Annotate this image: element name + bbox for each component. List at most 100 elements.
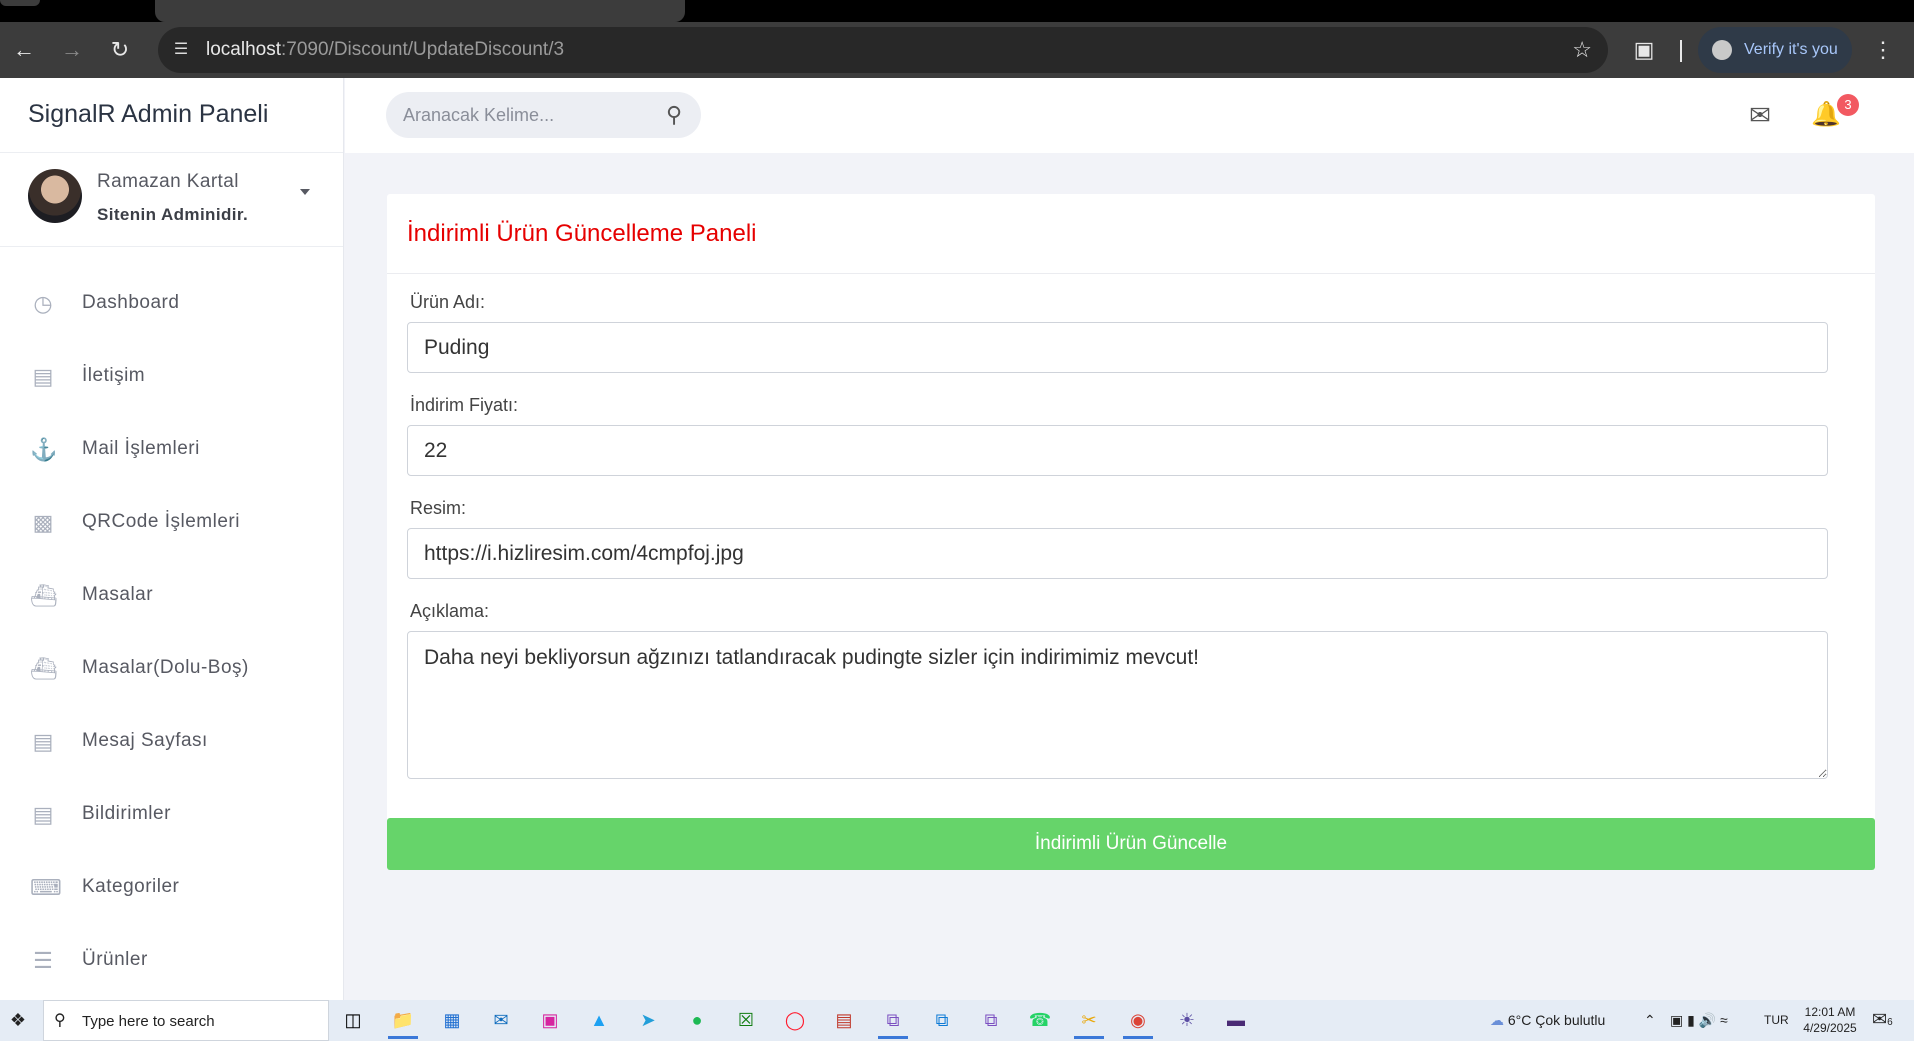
browser-tab-active[interactable] [155, 0, 685, 22]
product-name-label: Ürün Adı: [410, 292, 486, 312]
search-icon[interactable]: ⚲ [661, 102, 687, 128]
clock-time: 12:01 AM [1804, 1005, 1856, 1019]
sidebar-item-urunler[interactable]: ☰ Ürünler [0, 924, 343, 997]
sidebar-item-label: Mail İşlemleri [82, 438, 200, 459]
xbox-icon[interactable]: ☒ [727, 1004, 765, 1037]
description-label: Açıklama: [410, 601, 490, 621]
sidebar-item-bildirimler[interactable]: ▤ Bildirimler [0, 778, 343, 851]
chrome-icon[interactable]: ◉ [1119, 1004, 1157, 1039]
address-bar[interactable]: ☰ localhost:7090/Discount/UpdateDiscount… [158, 27, 1608, 73]
notification-badge: 3 [1837, 94, 1859, 116]
avatar [28, 169, 82, 223]
taskbar-clock[interactable]: 12:01 AM 4/29/2025 [1800, 1004, 1860, 1036]
search-box: ⚲ [386, 92, 701, 138]
sidebar-item-masalar[interactable]: ⛴ Masalar [0, 559, 343, 632]
sidebar-item-label: Masalar [82, 584, 154, 605]
extensions-icon[interactable]: ▣ [1628, 34, 1660, 66]
back-icon[interactable]: ← [8, 34, 40, 66]
store-icon[interactable]: ▦ [433, 1004, 471, 1037]
discount-price-label: İndirim Fiyatı: [410, 395, 519, 415]
document-icon: ▤ [32, 802, 54, 827]
dashboard-icon: ◷ [33, 291, 53, 316]
instagram-icon[interactable]: ▣ [531, 1004, 569, 1037]
app-icon[interactable]: ☀ [1168, 1004, 1206, 1037]
mail-icon[interactable]: ✉ [1745, 100, 1775, 130]
sidebar-item-iletisim[interactable]: ▤ İletişim [0, 340, 343, 413]
sidebar-item-label: Mesaj Sayfası [82, 730, 208, 751]
forward-icon[interactable]: → [56, 34, 88, 66]
sidebar-item-label: Masalar(Dolu-Boş) [82, 657, 249, 678]
sidebar-item-label: Kategoriler [82, 876, 180, 897]
document-icon: ▤ [32, 364, 54, 389]
notification-count: 6 [1887, 1017, 1893, 1028]
cake-icon: ☰ [33, 948, 53, 973]
vscode-icon[interactable]: ⧉ [923, 1004, 961, 1037]
more-menu-icon[interactable]: ⋮ [1872, 34, 1894, 66]
site-settings-icon[interactable]: ☰ [170, 39, 192, 61]
whatsapp-icon[interactable]: ☎ [1021, 1004, 1059, 1037]
sidebar-item-label: QRCode İşlemleri [82, 511, 240, 532]
sidebar-item-qrcode[interactable]: ▩ QRCode İşlemleri [0, 486, 343, 559]
spotify-icon[interactable]: ● [678, 1004, 716, 1037]
task-view-icon[interactable]: ◫ [334, 1004, 372, 1037]
anchor-icon: ⚓ [30, 437, 58, 462]
taskbar-search[interactable]: ⚲ Type here to search [43, 1000, 329, 1041]
reload-icon[interactable]: ↻ [104, 34, 136, 66]
cloud-icon: ☁ [1490, 1012, 1504, 1028]
profile-button[interactable]: Verify it's you [1698, 27, 1852, 73]
update-discount-card: İndirimli Ürün Güncelleme Paneli Ürün Ad… [387, 194, 1875, 849]
page: SignalR Admin Paneli Ramazan Kartal Site… [0, 78, 1914, 1000]
url-text: localhost:7090/Discount/UpdateDiscount/3 [206, 39, 565, 60]
tray-chevron-icon[interactable]: ⌃ [1644, 1000, 1656, 1041]
windows-taskbar: ❖ ⚲ Type here to search ◫ 📁 ▦ ✉ ▣ ▲ ➤ ● … [0, 1000, 1914, 1041]
sidebar-menu: ◷ Dashboard ▤ İletişim ⚓ Mail İşlemleri … [0, 247, 343, 997]
weather-widget[interactable]: ☁ 6°C Çok bulutlu [1490, 1000, 1605, 1041]
opera-icon[interactable]: ◯ [776, 1004, 814, 1037]
sidebar-item-masalar-dolu-bos[interactable]: ⛴ Masalar(Dolu-Boş) [0, 632, 343, 705]
product-name-input[interactable] [407, 322, 1828, 373]
file-explorer-icon[interactable]: 📁 [384, 1004, 422, 1039]
user-panel[interactable]: Ramazan Kartal Sitenin Adminidir. [0, 153, 343, 247]
language-indicator[interactable]: TUR [1764, 1000, 1789, 1041]
keyboard-icon: ⌨ [30, 875, 62, 900]
document-icon: ▤ [32, 729, 54, 754]
visual-studio-2-icon[interactable]: ⧉ [972, 1004, 1010, 1037]
search-icon: ⚲ [54, 1012, 66, 1029]
update-discount-button[interactable]: İndirimli Ürün Güncelle [387, 818, 1875, 870]
user-role: Sitenin Adminidir. [97, 205, 249, 224]
discount-price-input[interactable] [407, 425, 1828, 476]
snip-tool-icon[interactable]: ✂ [1070, 1004, 1108, 1039]
image-url-input[interactable] [407, 528, 1828, 579]
card-header: İndirimli Ürün Güncelleme Paneli [387, 194, 1875, 274]
chevron-down-icon[interactable] [300, 189, 310, 195]
twitter-icon[interactable]: ▲ [580, 1004, 618, 1037]
outlook-icon[interactable]: ✉ [482, 1004, 520, 1037]
search-input[interactable] [403, 102, 643, 128]
sidebar-item-kategoriler[interactable]: ⌨ Kategoriler [0, 851, 343, 924]
sidebar-item-label: Bildirimler [82, 803, 171, 824]
toolbox-icon[interactable]: ▤ [825, 1004, 863, 1037]
sidebar-item-dashboard[interactable]: ◷ Dashboard [0, 267, 343, 340]
qrcode-icon: ▩ [32, 510, 54, 535]
sidebar-item-mesaj[interactable]: ▤ Mesaj Sayfası [0, 705, 343, 778]
toolbar-divider [1680, 40, 1682, 62]
sidebar-item-label: Ürünler [82, 949, 148, 970]
terminal-icon[interactable]: ▬ [1217, 1004, 1255, 1037]
description-textarea[interactable]: Daha neyi bekliyorsun ağzınızı tatlandır… [407, 631, 1828, 779]
update-discount-form: Ürün Adı: İndirim Fiyatı: Resim: Açıklam… [387, 274, 1875, 779]
bookmark-star-icon[interactable]: ☆ [1572, 37, 1592, 63]
windows-start-icon[interactable]: ❖ [0, 1000, 36, 1041]
image-url-label: Resim: [410, 498, 467, 518]
brand-title[interactable]: SignalR Admin Paneli [0, 78, 343, 153]
clock-date: 4/29/2025 [1803, 1021, 1857, 1035]
profile-avatar-icon [1712, 40, 1732, 60]
ship-icon: ⛴ [30, 656, 58, 681]
browser-tab-inactive[interactable] [0, 0, 40, 6]
tray-icons[interactable]: ▣ ▮ 🔊 ≈ [1670, 1000, 1728, 1041]
telegram-icon[interactable]: ➤ [629, 1004, 667, 1037]
visual-studio-icon[interactable]: ⧉ [874, 1004, 912, 1039]
page-title: İndirimli Ürün Güncelleme Paneli [407, 220, 757, 247]
notification-center-icon[interactable]: ✉6 [1872, 1009, 1893, 1030]
sidebar-item-mail[interactable]: ⚓ Mail İşlemleri [0, 413, 343, 486]
sidebar: SignalR Admin Paneli Ramazan Kartal Site… [0, 78, 344, 1000]
